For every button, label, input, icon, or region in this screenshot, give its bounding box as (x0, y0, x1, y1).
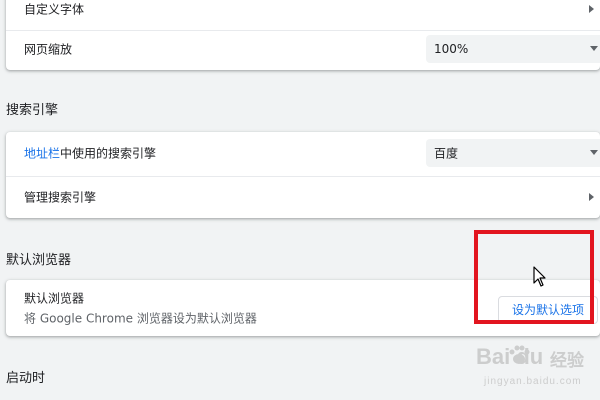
page-zoom-select[interactable]: 100% (426, 35, 600, 63)
chevron-right-icon (589, 193, 594, 201)
search-engine-card: 地址栏中使用的搜索引擎 百度 管理搜索引擎 (6, 132, 600, 218)
settings-page: 自定义字体 网页缩放 100% 搜索引擎 地址栏中使用的搜索引擎 百度 管理搜索… (0, 0, 600, 400)
custom-fonts-row[interactable]: 自定义字体 (6, 0, 600, 30)
custom-fonts-label: 自定义字体 (24, 2, 85, 17)
watermark-url: jingyan.baidu.com (484, 376, 582, 387)
baidu-jingyan-watermark: Bai du 经验 jingyan.baidu.com (472, 340, 594, 394)
page-zoom-row: 网页缩放 100% (6, 28, 600, 70)
default-browser-section-title: 默认浏览器 (6, 253, 72, 268)
watermark-product: 经验 (550, 351, 584, 371)
paw-logo-icon (509, 345, 530, 364)
startup-section-title: 启动时 (6, 371, 46, 386)
address-bar-engine-row: 地址栏中使用的搜索引擎 百度 (6, 132, 600, 174)
default-browser-title: 默认浏览器 (24, 291, 85, 306)
mouse-cursor-icon (533, 266, 546, 287)
address-bar-link[interactable]: 地址栏 (24, 147, 60, 161)
search-engine-value: 百度 (434, 146, 459, 161)
manage-search-engines-label: 管理搜索引擎 (24, 190, 97, 205)
chevron-down-icon (590, 150, 598, 155)
chevron-down-icon (590, 46, 598, 51)
chevron-right-icon (589, 5, 594, 13)
default-browser-description: 将 Google Chrome 浏览器设为默认浏览器 (24, 311, 257, 326)
search-engine-select[interactable]: 百度 (426, 139, 600, 167)
page-zoom-label: 网页缩放 (24, 42, 73, 57)
make-default-button[interactable]: 设为默认选项 (498, 296, 598, 324)
appearance-card: 自定义字体 网页缩放 100% (6, 0, 600, 70)
manage-search-engines-row[interactable]: 管理搜索引擎 (6, 176, 600, 218)
page-zoom-value: 100% (434, 42, 469, 56)
address-bar-engine-label: 地址栏中使用的搜索引擎 (24, 145, 156, 162)
search-engine-section-title: 搜索引擎 (6, 103, 59, 118)
address-bar-engine-suffix: 中使用的搜索引擎 (60, 146, 157, 161)
